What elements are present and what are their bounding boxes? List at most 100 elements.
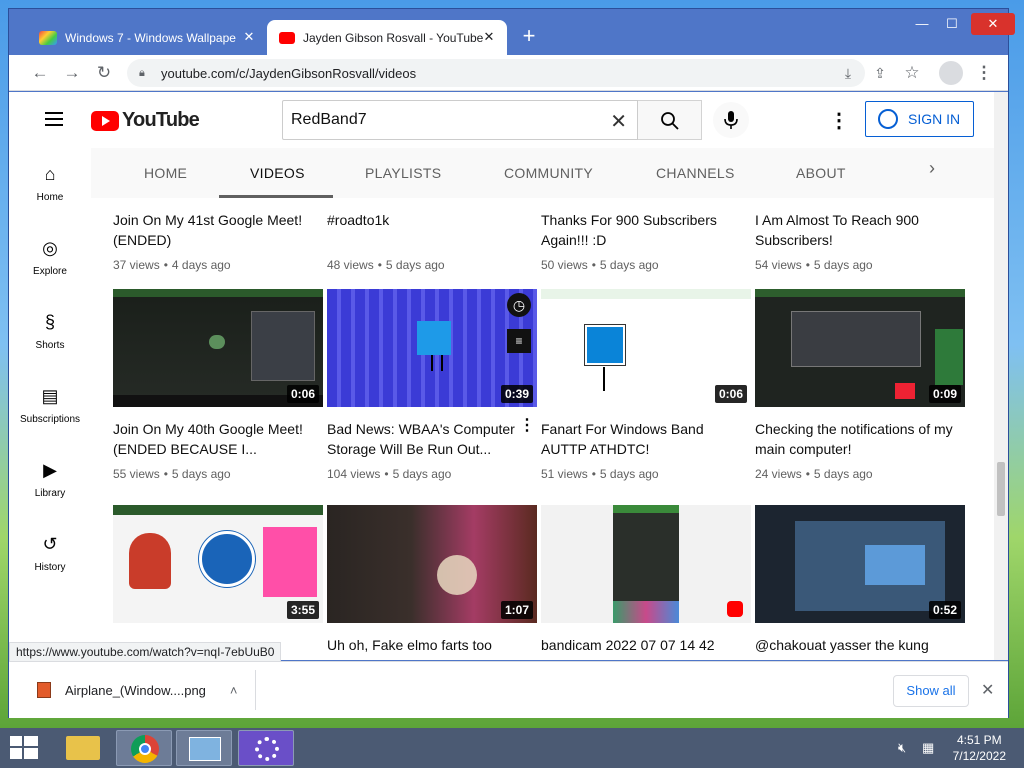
video-thumbnail[interactable]: 1:07 — [327, 505, 537, 623]
sign-in-label: SIGN IN — [908, 111, 961, 127]
view-count: 48 views — [327, 258, 374, 272]
search-button[interactable] — [638, 100, 702, 140]
channel-tabs: HOME VIDEOS PLAYLISTS COMMUNITY CHANNELS… — [91, 148, 994, 198]
video-title[interactable]: @chakouat yasser the kung — [755, 635, 955, 660]
volume-muted-icon[interactable]: 🔇︎ — [898, 740, 906, 756]
video-card[interactable]: 0:09 Checking the notifications of my ma… — [755, 289, 965, 481]
minimize-button[interactable]: — — [907, 13, 937, 35]
tab-close-icon[interactable]: ✕ — [241, 29, 257, 45]
tab-playlists[interactable]: PLAYLISTS — [365, 165, 441, 181]
add-to-queue-icon[interactable]: ≡ — [507, 329, 531, 353]
guide-sidebar: ⌂ Home ◎ Explore § Shorts ▤ Subscription… — [9, 148, 91, 660]
video-title[interactable]: Checking the notifications of my main co… — [755, 419, 955, 459]
tab-home[interactable]: HOME — [144, 165, 187, 181]
show-all-button[interactable]: Show all — [893, 675, 969, 707]
settings-gear-icon[interactable] — [238, 730, 294, 766]
video-title[interactable]: Fanart For Windows Band AUTTP ATHDTC! — [541, 419, 741, 459]
view-count: 37 views — [113, 258, 160, 272]
close-window-button[interactable]: ✕ — [971, 13, 1015, 35]
tab-windows7-wallpaper[interactable]: Windows 7 - Windows Wallpape ✕ — [27, 20, 267, 55]
guide-item-subscriptions[interactable]: ▤ Subscriptions — [9, 370, 91, 444]
video-title[interactable]: Uh oh, Fake elmo farts too — [327, 635, 527, 660]
control-panel-icon[interactable] — [176, 730, 232, 766]
install-app-icon[interactable]: ⤓ — [835, 60, 861, 86]
hamburger-menu-icon[interactable] — [45, 112, 63, 126]
clear-search-icon[interactable]: ✕ — [610, 109, 627, 134]
video-card[interactable]: 0:06 Join On My 40th Google Meet! (ENDED… — [113, 289, 323, 481]
chevron-right-icon[interactable]: › — [929, 158, 935, 179]
video-thumbnail[interactable]: 0:52 — [755, 505, 965, 623]
youtube-logo[interactable]: YouTube — [91, 109, 200, 132]
video-card[interactable]: bandicam 2022 07 07 14 42 — [541, 505, 751, 660]
bookmark-star-icon[interactable]: ☆ — [899, 60, 925, 86]
tab-close-icon[interactable]: ✕ — [481, 29, 497, 45]
youtube-wordmark: YouTube — [122, 109, 200, 131]
video-title[interactable]: bandicam 2022 07 07 14 42 — [541, 635, 741, 660]
video-title[interactable]: Thanks For 900 Subscribers Again!!! :D — [541, 210, 741, 250]
video-title[interactable]: #roadto1k — [327, 210, 527, 250]
share-icon[interactable]: ⇪ — [867, 60, 893, 86]
scrollbar-thumb[interactable] — [997, 462, 1005, 516]
video-title[interactable]: Join On My 41st Google Meet! (ENDED) — [113, 210, 313, 250]
view-count: 54 views — [755, 258, 802, 272]
chrome-menu-icon[interactable]: ⋮ — [971, 60, 997, 86]
address-bar[interactable]: 🔒︎ youtube.com/c/JaydenGibsonRosvall/vid… — [127, 59, 865, 87]
video-meta: 48 views • 5 days ago — [327, 258, 445, 272]
guide-item-explore[interactable]: ◎ Explore — [9, 222, 91, 296]
video-card[interactable]: 1:07 Uh oh, Fake elmo farts too — [327, 505, 537, 660]
voice-search-button[interactable] — [713, 102, 749, 138]
guide-item-home[interactable]: ⌂ Home — [9, 148, 91, 222]
video-card[interactable]: I Am Almost To Reach 900 Subscribers! 54… — [755, 198, 965, 272]
tab-youtube[interactable]: Jayden Gibson Rosvall - YouTube ✕ — [267, 20, 507, 55]
close-shelf-icon[interactable]: ✕ — [981, 680, 994, 700]
video-thumbnail[interactable] — [541, 505, 751, 623]
upload-age: 4 days ago — [171, 258, 231, 272]
sign-in-button[interactable]: SIGN IN — [865, 101, 974, 137]
windows-start-icon[interactable] — [10, 736, 38, 760]
chevron-up-icon[interactable]: ˄ — [230, 683, 238, 698]
tab-videos[interactable]: VIDEOS — [250, 165, 305, 181]
chrome-taskbar-icon[interactable] — [116, 730, 172, 766]
video-card[interactable]: Thanks For 900 Subscribers Again!!! :D 5… — [541, 198, 751, 272]
page-scrollbar[interactable] — [994, 92, 1008, 660]
video-card[interactable]: Join On My 41st Google Meet! (ENDED) 37 … — [113, 198, 323, 272]
forward-button[interactable]: → — [59, 60, 85, 86]
lock-icon: 🔒︎ — [139, 67, 145, 79]
video-card[interactable]: 3:55 — [113, 505, 323, 660]
video-title[interactable]: Join On My 40th Google Meet! (ENDED BECA… — [113, 419, 313, 459]
divider — [255, 670, 256, 710]
video-thumbnail[interactable]: 0:09 — [755, 289, 965, 407]
video-title[interactable]: Bad News: WBAA's Computer Storage Will B… — [327, 419, 527, 459]
subscriptions-icon: ▤ — [41, 386, 59, 406]
maximize-button[interactable]: ☐ — [937, 13, 967, 35]
video-card[interactable]: 0:52 @chakouat yasser the kung — [755, 505, 965, 660]
video-card[interactable]: 0:06 Fanart For Windows Band AUTTP ATHDT… — [541, 289, 751, 481]
guide-item-library[interactable]: ▶ Library — [9, 444, 91, 518]
video-thumbnail[interactable]: 0:06 — [541, 289, 751, 407]
video-menu-icon[interactable]: ⋮ — [519, 415, 535, 435]
system-clock[interactable]: 4:51 PM 7/12/2022 — [953, 732, 1006, 764]
search-input[interactable]: RedBand7 ✕ — [282, 100, 638, 140]
back-button[interactable]: ← — [27, 60, 53, 86]
guide-item-history[interactable]: ↺ History — [9, 518, 91, 592]
reload-button[interactable]: ↻ — [91, 60, 117, 86]
wallpaper-favicon-icon — [39, 30, 57, 45]
video-title[interactable]: I Am Almost To Reach 900 Subscribers! — [755, 210, 955, 250]
video-meta: 51 views • 5 days ago — [541, 467, 659, 481]
video-thumbnail[interactable]: 0:06 — [113, 289, 323, 407]
network-icon[interactable]: ▦ — [922, 740, 934, 756]
guide-item-shorts[interactable]: § Shorts — [9, 296, 91, 370]
download-item[interactable]: Airplane_(Window....png ˄ — [37, 674, 238, 706]
video-thumbnail[interactable]: 3:55 — [113, 505, 323, 623]
new-tab-button[interactable]: + — [517, 24, 541, 48]
tab-about[interactable]: ABOUT — [796, 165, 846, 181]
tab-community[interactable]: COMMUNITY — [504, 165, 593, 181]
settings-menu-icon[interactable]: ⋮ — [829, 108, 849, 133]
watch-later-icon[interactable]: ◷ — [507, 293, 531, 317]
file-explorer-icon[interactable] — [56, 730, 112, 766]
video-card[interactable]: #roadto1k 48 views • 5 days ago — [327, 198, 537, 272]
tab-channels[interactable]: CHANNELS — [656, 165, 735, 181]
video-thumbnail[interactable]: ◷ ≡ 0:39 — [327, 289, 537, 407]
profile-avatar[interactable] — [939, 61, 963, 85]
video-card[interactable]: ◷ ≡ 0:39 Bad News: WBAA's Computer Stora… — [327, 289, 537, 481]
